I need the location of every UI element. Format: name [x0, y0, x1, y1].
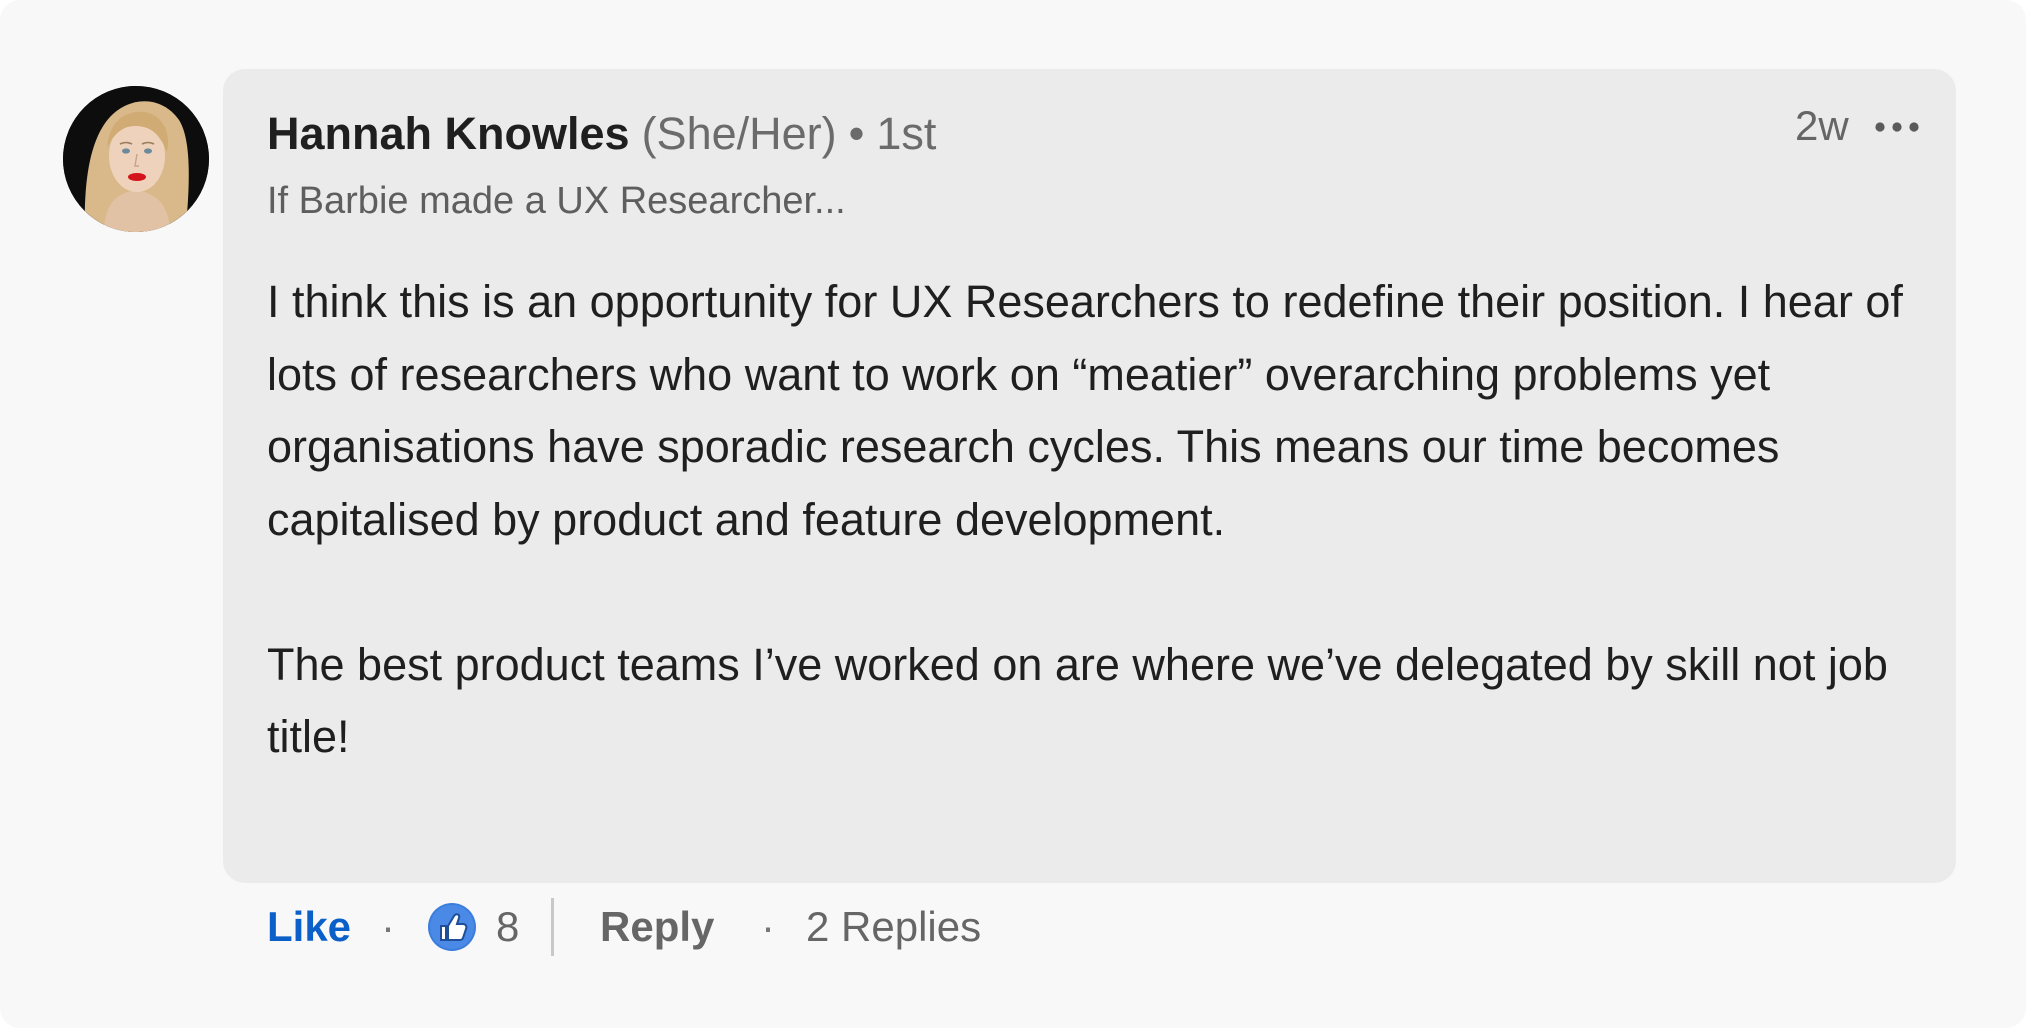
action-separator: · [381, 903, 395, 950]
connection-separator: • [848, 108, 865, 159]
author-avatar[interactable] [63, 86, 209, 232]
comment-card: Hannah Knowles (She/Her) • 1st If Barbie ma… [0, 0, 2026, 1028]
action-divider [551, 898, 554, 956]
comment-text: I think this is an opportunity for UX Re… [267, 266, 1927, 774]
reply-button[interactable]: Reply [600, 894, 714, 960]
more-options-button[interactable] [1870, 110, 1924, 144]
connection-degree: 1st [876, 108, 937, 159]
comment-paragraph: I think this is an opportunity for UX Re… [267, 276, 1903, 545]
replies-link[interactable]: 2 Replies [806, 894, 981, 960]
reaction-count[interactable]: 8 [496, 894, 519, 960]
profile-photo [63, 86, 209, 232]
action-separator: · [761, 903, 775, 950]
author-name[interactable]: Hannah Knowles [267, 108, 630, 159]
thumbs-up-icon[interactable] [427, 902, 477, 952]
author-headline: If Barbie made a UX Researcher... [267, 180, 846, 222]
ellipsis-icon [1875, 122, 1919, 132]
like-button[interactable]: Like [267, 894, 351, 960]
comment-timestamp: 2w [1795, 102, 1849, 149]
author-line: Hannah Knowles (She/Her) • 1st [267, 102, 936, 166]
comment-paragraph: The best product teams I’ve worked on ar… [267, 638, 1888, 763]
author-pronouns: (She/Her) [641, 108, 837, 159]
